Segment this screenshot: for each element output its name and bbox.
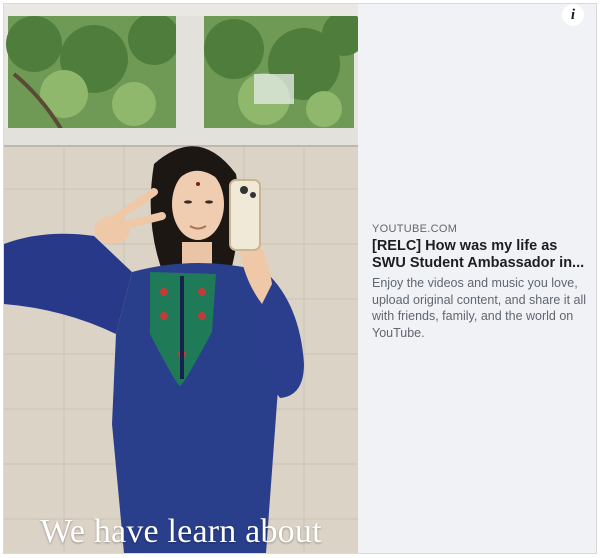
- video-caption: We have learn about: [40, 513, 322, 550]
- link-preview-card[interactable]: We have learn about i YOUTUBE.COM [RELC]…: [3, 3, 597, 554]
- link-description: Enjoy the videos and music you love, upl…: [372, 276, 587, 340]
- link-info[interactable]: YOUTUBE.COM [RELC] How was my life as SW…: [372, 222, 592, 341]
- info-icon: i: [570, 6, 576, 23]
- video-thumbnail[interactable]: We have learn about: [4, 4, 358, 553]
- thumbnail-image: [4, 4, 358, 553]
- info-button[interactable]: i: [562, 4, 584, 26]
- link-domain: YOUTUBE.COM: [372, 223, 458, 235]
- link-title[interactable]: [RELC] How was my life as SWU Student Am…: [372, 238, 592, 272]
